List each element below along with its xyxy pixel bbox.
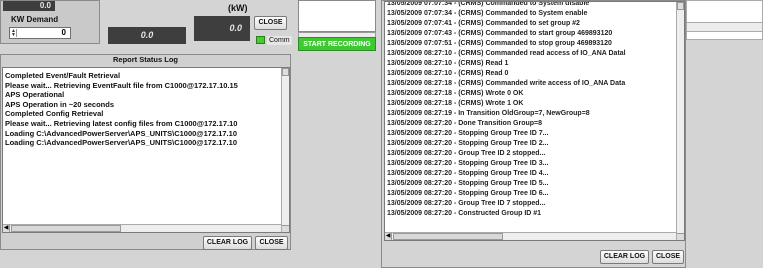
- command-log-panel: 13/05/2009 07:07:34 - (CRMS) Commanded t…: [381, 0, 686, 268]
- log-line: 13/05/2009 07:07:34 - (CRMS) Commanded t…: [387, 1, 590, 7]
- command-horizontal-scrollbar[interactable]: ◀: [385, 232, 676, 240]
- log-line: 13/05/2009 08:27:20 - Stopping Group Tre…: [387, 160, 549, 167]
- scroll-down-arrow-icon[interactable]: [677, 233, 684, 240]
- log-line: 13/05/2009 08:27:10 - (CRMS) Read 0: [387, 70, 509, 77]
- log-line: 13/05/2009 07:07:43 - (CRMS) Commanded t…: [387, 30, 613, 37]
- background-window: [686, 0, 763, 40]
- log-line: 13/05/2009 08:27:20 - Stopping Group Tre…: [387, 140, 549, 147]
- log-line: Loading C:\AdvancedPowerServer\APS_UNITS…: [5, 128, 237, 138]
- start-recording-button[interactable]: START RECORDING: [298, 37, 376, 51]
- log-line: 13/05/2009 08:27:19 - In Transition OldG…: [387, 110, 590, 117]
- log-line: Please wait... Retrieving EventFault fil…: [5, 80, 238, 90]
- log-line: 13/05/2009 08:27:20 - Group Tree ID 2 st…: [387, 150, 546, 157]
- log-line: 13/05/2009 08:27:20 - Done Transition Gr…: [387, 120, 543, 127]
- power-left-display: 0.0: [108, 27, 186, 44]
- log-line: Loading C:\AdvancedPowerServer\APS_UNITS…: [5, 138, 237, 148]
- scroll-thumb[interactable]: [393, 233, 503, 240]
- background-window-scrollbar[interactable]: [686, 22, 763, 32]
- log-line: 13/05/2009 08:27:18 - (CRMS) Commanded w…: [387, 80, 626, 87]
- report-horizontal-scrollbar[interactable]: ◀: [3, 224, 281, 232]
- log-line: 13/05/2009 08:27:20 - Constructed Group …: [387, 210, 542, 217]
- command-log-lines: 13/05/2009 07:07:34 - (CRMS) Commanded t…: [387, 1, 675, 219]
- log-line: 13/05/2009 07:07:41 - (CRMS) Commanded t…: [387, 20, 580, 27]
- log-line: Please wait... Retrieving latest config …: [5, 118, 238, 128]
- log-line: 13/05/2009 08:27:20 - Stopping Group Tre…: [387, 130, 549, 137]
- log-line: 13/05/2009 07:07:34 - (CRMS) Commanded t…: [387, 10, 588, 17]
- clear-log-button[interactable]: CLEAR LOG: [203, 236, 252, 250]
- scroll-left-arrow-icon[interactable]: ◀: [3, 225, 10, 232]
- report-vertical-scrollbar[interactable]: [281, 68, 289, 232]
- report-status-log[interactable]: Completed Event/Fault Retrieval Please w…: [2, 67, 290, 233]
- kw-demand-label: KW Demand: [11, 15, 59, 24]
- close-button[interactable]: CLOSE: [255, 236, 288, 250]
- graph-strip: [298, 0, 376, 32]
- spinner-arrows-icon[interactable]: ▲ ▼: [11, 29, 17, 38]
- comm-label: Comm: [267, 36, 292, 45]
- scroll-thumb[interactable]: [282, 68, 289, 76]
- report-status-title: Report Status Log: [113, 55, 178, 64]
- command-log[interactable]: 13/05/2009 07:07:34 - (CRMS) Commanded t…: [384, 1, 685, 241]
- log-line: 13/05/2009 08:27:20 - Stopping Group Tre…: [387, 170, 549, 177]
- kw-top-value-display: 0.0: [3, 1, 55, 11]
- kw-unit-label: (kW): [228, 3, 248, 13]
- kw-demand-panel: 0.0 KW Demand ▲ ▼ 0: [0, 0, 100, 44]
- comm-status-led-icon: [256, 36, 265, 44]
- close-button[interactable]: CLOSE: [652, 250, 684, 264]
- log-line: 13/05/2009 07:07:51 - (CRMS) Commanded t…: [387, 40, 612, 47]
- kw-demand-input[interactable]: ▲ ▼ 0: [9, 27, 71, 39]
- log-line: 13/05/2009 08:27:10 - (CRMS) Read 1: [387, 60, 509, 67]
- clear-log-button[interactable]: CLEAR LOG: [600, 250, 649, 264]
- log-line: Completed Event/Fault Retrieval: [5, 71, 121, 80]
- log-line: APS Operational: [5, 90, 65, 100]
- scroll-thumb[interactable]: [677, 2, 684, 10]
- log-line: 13/05/2009 08:27:10 - (CRMS) Commanded r…: [387, 50, 626, 57]
- log-line: 13/05/2009 08:27:18 - (CRMS) Wrote 0 OK: [387, 90, 524, 97]
- report-log-lines: Completed Event/Fault Retrieval Please w…: [5, 71, 277, 148]
- power-right-display: 0.0: [194, 16, 250, 41]
- log-line: 13/05/2009 08:27:20 - Stopping Group Tre…: [387, 180, 549, 187]
- log-line: Completed Config Retrieval: [5, 109, 104, 119]
- scroll-thumb[interactable]: [11, 225, 121, 232]
- scroll-left-arrow-icon[interactable]: ◀: [385, 233, 392, 240]
- command-vertical-scrollbar[interactable]: [676, 2, 684, 240]
- scroll-down-arrow-icon[interactable]: [282, 225, 289, 232]
- log-line: 13/05/2009 08:27:20 - Stopping Group Tre…: [387, 190, 549, 197]
- report-status-panel: Report Status Log Completed Event/Fault …: [0, 54, 291, 250]
- close-button[interactable]: CLOSE: [254, 16, 287, 30]
- log-line: 13/05/2009 08:27:20 - Group Tree ID 7 st…: [387, 200, 546, 207]
- log-line: 13/05/2009 08:27:18 - (CRMS) Wrote 1 OK: [387, 100, 524, 107]
- log-line: APS Operation in ~20 seconds: [5, 99, 114, 109]
- kw-demand-value: 0: [61, 28, 66, 37]
